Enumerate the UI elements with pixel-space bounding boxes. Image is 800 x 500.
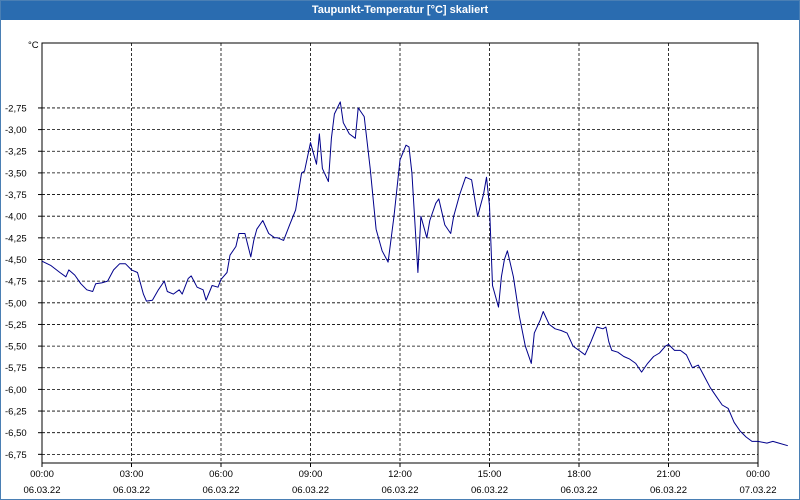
y-tick-label: -2,75 xyxy=(5,103,27,114)
y-tick-label: -5,00 xyxy=(5,298,27,309)
x-tick-time-label: 18:00 xyxy=(567,469,591,480)
x-tick-time-label: 15:00 xyxy=(478,469,502,480)
x-tick-time-label: 12:00 xyxy=(388,469,412,480)
x-tick-time-label: 03:00 xyxy=(120,469,144,480)
x-tick-date-label: 06.03.22 xyxy=(650,485,687,496)
y-tick-label: -3,00 xyxy=(5,125,27,136)
x-tick-date-label: 07.03.22 xyxy=(740,485,777,496)
y-tick-label: -6,50 xyxy=(5,428,27,439)
x-tick-time-label: 21:00 xyxy=(657,469,681,480)
y-tick-label: -4,00 xyxy=(5,212,27,223)
x-tick-date-label: 06.03.22 xyxy=(203,485,240,496)
window-title: Taupunkt-Temperatur [°C] skaliert xyxy=(1,1,799,20)
line-chart: -2,75 -3,00 -3,25 -3,50 -3,75 -4,00 -4,25 -4,50… xyxy=(5,40,788,496)
x-tick-date-label: 06.03.22 xyxy=(24,485,61,496)
x-tick-date-label: 06.03.22 xyxy=(113,485,150,496)
y-tick-label: -4,50 xyxy=(5,255,27,266)
y-tick-label: -6,25 xyxy=(5,407,27,418)
x-axis-ticks: 00:00 06.03.22 03:00 06.03.22 06:00 06.03.22 0… xyxy=(24,463,777,496)
x-tick-time-label: 09:00 xyxy=(299,469,323,480)
y-tick-label: -5,25 xyxy=(5,320,27,331)
y-axis-ticks: -2,75 -3,00 -3,25 -3,50 -3,75 -4,00 -4,25 -4,50… xyxy=(5,103,42,461)
y-tick-label: -5,75 xyxy=(5,363,27,374)
y-tick-label: -3,25 xyxy=(5,147,27,158)
y-tick-label: -4,25 xyxy=(5,233,27,244)
y-tick-label: -3,50 xyxy=(5,168,27,179)
y-tick-label: -5,50 xyxy=(5,342,27,353)
x-tick-time-label: 00:00 xyxy=(30,469,54,480)
x-tick-date-label: 06.03.22 xyxy=(471,485,508,496)
x-tick-date-label: 06.03.22 xyxy=(292,485,329,496)
x-tick-date-label: 06.03.22 xyxy=(561,485,598,496)
y-tick-label: -3,75 xyxy=(5,190,27,201)
y-axis-unit: °C xyxy=(28,40,39,51)
y-tick-label: -6,00 xyxy=(5,385,27,396)
x-tick-time-label: 06:00 xyxy=(209,469,233,480)
y-tick-label: -4,75 xyxy=(5,277,27,288)
chart-window: Taupunkt-Temperatur [°C] skaliert -2,75-… xyxy=(0,0,800,500)
x-tick-time-label: 00:00 xyxy=(746,469,770,480)
x-tick-date-label: 06.03.22 xyxy=(382,485,419,496)
y-tick-label: -6,75 xyxy=(5,450,27,461)
